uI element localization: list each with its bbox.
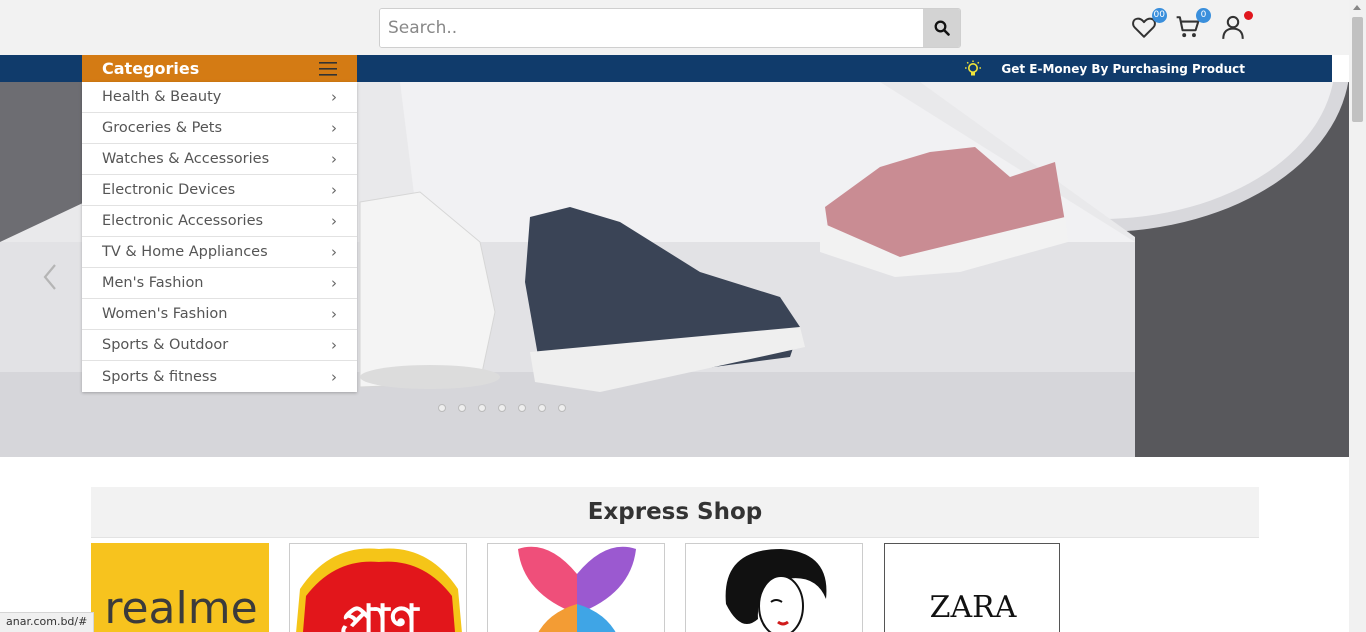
slider-dot[interactable] — [458, 404, 466, 412]
brand-tile-zara[interactable]: ZARA — [884, 543, 1060, 632]
user-icon — [1222, 15, 1244, 39]
slider-dot[interactable] — [518, 404, 526, 412]
chevron-right-icon: › — [331, 243, 337, 261]
wishlist-button[interactable]: 00 — [1131, 8, 1167, 42]
slider-dot[interactable] — [498, 404, 506, 412]
category-label: Health & Beauty — [102, 89, 222, 105]
express-shop-title: Express Shop — [587, 499, 763, 525]
brand-name: ZARA — [930, 590, 1017, 625]
search-icon — [934, 20, 950, 36]
woman-face-logo — [725, 549, 827, 632]
scroll-up-arrow[interactable] — [1353, 5, 1361, 10]
category-item-tv-home-appliances[interactable]: TV & Home Appliances › — [82, 237, 357, 268]
express-shop-header: Express Shop — [91, 487, 1259, 538]
chevron-right-icon: › — [331, 336, 337, 354]
category-item-sports-fitness[interactable]: Sports & fitness › — [82, 361, 357, 392]
category-label: Sports & fitness — [102, 368, 218, 385]
brand-tile-pran[interactable]: প্রাণ — [289, 543, 467, 632]
category-item-groceries-pets[interactable]: Groceries & Pets › — [82, 113, 357, 144]
category-label: Watches & Accessories — [102, 151, 270, 167]
category-item-mens-fashion[interactable]: Men's Fashion › — [82, 268, 357, 299]
brand-name: প্রাণ — [340, 595, 421, 632]
category-item-sports-outdoor[interactable]: Sports & Outdoor › — [82, 330, 357, 361]
realme-logo: realme — [91, 543, 269, 632]
slider-dot[interactable] — [478, 404, 486, 412]
chevron-right-icon: › — [331, 367, 337, 386]
chevron-right-icon: › — [331, 119, 337, 137]
slider-dots — [438, 404, 566, 412]
pran-logo: প্রাণ — [296, 548, 462, 632]
categories-header[interactable]: Categories — [82, 55, 357, 82]
notification-dot — [1244, 11, 1253, 20]
categories-label: Categories — [102, 59, 200, 78]
search-box — [379, 8, 961, 48]
cart-button[interactable]: 0 — [1175, 8, 1211, 42]
slider-prev-arrow[interactable] — [40, 262, 60, 292]
account-button[interactable] — [1220, 11, 1253, 42]
category-label: TV & Home Appliances — [102, 244, 268, 260]
brand-name: realme — [104, 583, 257, 632]
category-label: Groceries & Pets — [102, 120, 223, 136]
category-label: Women's Fashion — [102, 306, 228, 322]
top-header: 00 0 — [0, 0, 1349, 55]
chevron-right-icon: › — [331, 88, 337, 106]
brand-tile-realme[interactable]: realme — [91, 543, 269, 632]
chevron-right-icon: › — [331, 212, 337, 230]
search-input[interactable] — [380, 9, 923, 47]
scroll-thumb[interactable] — [1352, 17, 1363, 122]
hamburger-menu-icon[interactable] — [319, 61, 337, 76]
promo-text: Get E-Money By Purchasing Product — [1001, 62, 1245, 76]
chevron-right-icon: › — [331, 150, 337, 168]
category-item-watches-accessories[interactable]: Watches & Accessories › — [82, 144, 357, 175]
search-button[interactable] — [923, 9, 960, 47]
lightbulb-icon — [965, 60, 982, 76]
category-item-womens-fashion[interactable]: Women's Fashion › — [82, 299, 357, 330]
category-label: Men's Fashion — [102, 275, 204, 291]
cart-count-badge: 0 — [1196, 8, 1211, 23]
slider-dot[interactable] — [558, 404, 566, 412]
brand-tile-butterfly[interactable] — [487, 543, 665, 632]
butterfly-faces-logo — [518, 546, 636, 632]
slider-dot[interactable] — [438, 404, 446, 412]
category-item-health-beauty[interactable]: Health & Beauty › — [82, 82, 357, 113]
chevron-right-icon: › — [331, 305, 337, 323]
zara-logo: ZARA — [930, 590, 1017, 625]
chevron-right-icon: › — [331, 181, 337, 199]
chevron-right-icon: › — [331, 274, 337, 292]
vertical-scrollbar[interactable] — [1349, 0, 1366, 632]
brand-tile-woman[interactable] — [685, 543, 863, 632]
category-item-electronic-devices[interactable]: Electronic Devices › — [82, 175, 357, 206]
status-bar-url: anar.com.bd/# — [0, 612, 95, 632]
promo-banner[interactable]: Get E-Money By Purchasing Product — [963, 60, 1245, 78]
slider-dot[interactable] — [538, 404, 546, 412]
category-label: Electronic Devices — [102, 182, 236, 198]
category-menu: Health & Beauty › Groceries & Pets › Watch… — [82, 82, 357, 392]
category-item-electronic-accessories[interactable]: Electronic Accessories › — [82, 206, 357, 237]
category-label: Electronic Accessories — [102, 213, 264, 229]
category-label: Sports & Outdoor — [102, 337, 229, 353]
wishlist-count-badge: 00 — [1151, 8, 1167, 23]
